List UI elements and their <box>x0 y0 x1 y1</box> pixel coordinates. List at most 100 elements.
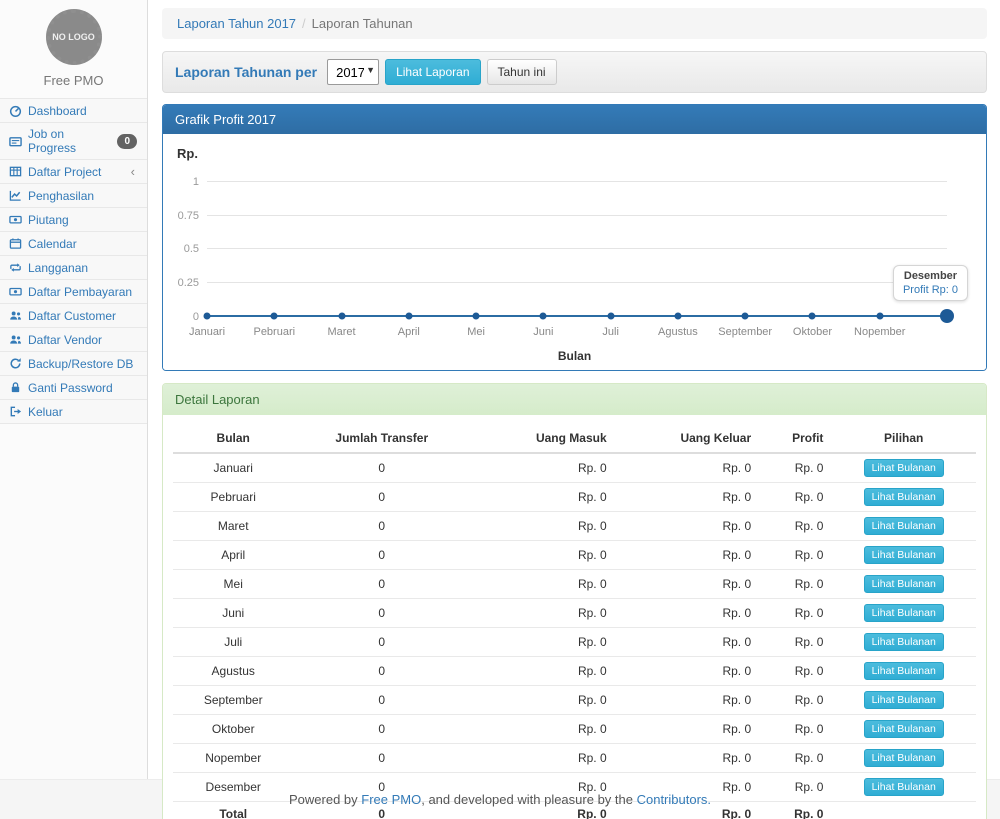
data-point-januari[interactable] <box>204 313 211 320</box>
sidebar-item-ganti-password[interactable]: Ganti Password <box>0 376 147 400</box>
lihat-bulanan-button[interactable]: Lihat Bulanan <box>864 633 944 651</box>
sidebar-item-calendar[interactable]: Calendar <box>0 232 147 256</box>
profit-line-chart: Rp. 1 0.75 0.5 0.25 0 <box>163 134 986 370</box>
cell-profit: Rp. 0 <box>759 773 831 802</box>
brand-block[interactable]: NO LOGO Free PMO <box>0 0 147 98</box>
table-row: Pebruari0Rp. 0Rp. 0Rp. 0Lihat Bulanan <box>173 483 976 512</box>
sidebar-item-backup-restore-db[interactable]: Backup/Restore DB <box>0 352 147 376</box>
cell-transfer: 0 <box>293 483 470 512</box>
chart-tooltip: Desember Profit Rp: 0 <box>893 265 968 301</box>
cell-month: April <box>173 541 293 570</box>
sidebar-item-label: Piutang <box>28 213 69 227</box>
data-point-oktober[interactable] <box>809 313 816 320</box>
lihat-bulanan-button[interactable]: Lihat Bulanan <box>864 662 944 680</box>
sidebar-item-dashboard[interactable]: Dashboard <box>0 99 147 123</box>
year-select[interactable]: 2017 <box>327 59 379 85</box>
col-header-pilihan: Pilihan <box>831 424 976 453</box>
sidebar-item-daftar-project[interactable]: Daftar Project ‹ <box>0 160 147 184</box>
lihat-bulanan-button[interactable]: Lihat Bulanan <box>864 749 944 767</box>
cell-uang-keluar: Rp. 0 <box>615 628 760 657</box>
lihat-bulanan-button[interactable]: Lihat Bulanan <box>864 691 944 709</box>
data-point-juni[interactable] <box>540 313 547 320</box>
sidebar-item-piutang[interactable]: Piutang <box>0 208 147 232</box>
data-point-april[interactable] <box>405 313 412 320</box>
users-icon <box>9 309 22 322</box>
users-icon <box>9 333 22 346</box>
cell-uang-masuk: Rp. 0 <box>470 570 615 599</box>
cell-transfer: 0 <box>293 541 470 570</box>
data-point-agustus[interactable] <box>674 313 681 320</box>
sidebar-item-langganan[interactable]: Langganan <box>0 256 147 280</box>
cell-month: Agustus <box>173 657 293 686</box>
lihat-bulanan-button[interactable]: Lihat Bulanan <box>864 778 944 796</box>
sidebar-item-daftar-pembayaran[interactable]: Daftar Pembayaran <box>0 280 147 304</box>
sidebar-item-penghasilan[interactable]: Penghasilan <box>0 184 147 208</box>
footer-text-middle: , and developed with pleasure by the <box>421 792 636 807</box>
data-point-maret[interactable] <box>338 313 345 320</box>
cell-month: Juli <box>173 628 293 657</box>
tahun-ini-button[interactable]: Tahun ini <box>487 59 557 85</box>
cell-uang-masuk: Rp. 0 <box>470 541 615 570</box>
x-tick-label: Januari <box>189 326 225 338</box>
dashboard-icon <box>9 104 22 117</box>
cell-uang-keluar: Rp. 0 <box>615 715 760 744</box>
data-point-mei[interactable] <box>473 313 480 320</box>
cell-uang-keluar: Rp. 0 <box>615 483 760 512</box>
cell-profit: Rp. 0 <box>759 657 831 686</box>
main-content: Laporan Tahun 2017/Laporan Tahunan Lapor… <box>148 0 1000 779</box>
sidebar-item-label: Penghasilan <box>28 189 94 203</box>
profit-series-line <box>207 315 947 317</box>
no-logo-image: NO LOGO <box>46 9 102 65</box>
x-tick-label: September <box>718 326 772 338</box>
sidebar-item-daftar-vendor[interactable]: Daftar Vendor <box>0 328 147 352</box>
col-header-uang-masuk: Uang Masuk <box>470 424 615 453</box>
cell-transfer: 0 <box>293 512 470 541</box>
table-row: Juli0Rp. 0Rp. 0Rp. 0Lihat Bulanan <box>173 628 976 657</box>
data-point-juli[interactable] <box>607 313 614 320</box>
sidebar-item-label: Langganan <box>28 261 88 275</box>
report-toolbar: Laporan Tahunan per 2017 ▼ Lihat Laporan… <box>162 51 987 93</box>
data-point-pebruari[interactable] <box>271 313 278 320</box>
contributors-link[interactable]: Contributors. <box>637 792 711 807</box>
lihat-bulanan-button[interactable]: Lihat Bulanan <box>864 546 944 564</box>
cell-uang-keluar: Rp. 0 <box>615 570 760 599</box>
sidebar-item-label: Daftar Customer <box>28 309 116 323</box>
cell-month: Nopember <box>173 744 293 773</box>
cell-uang-masuk: Rp. 0 <box>470 744 615 773</box>
sidebar-item-job-on-progress[interactable]: Job on Progress 0 <box>0 123 147 160</box>
cell-profit: Rp. 0 <box>759 570 831 599</box>
sidebar-item-daftar-customer[interactable]: Daftar Customer <box>0 304 147 328</box>
lihat-bulanan-button[interactable]: Lihat Bulanan <box>864 459 944 477</box>
y-tick-label: 0 <box>167 311 199 323</box>
sidebar-item-keluar[interactable]: Keluar <box>0 400 147 424</box>
lihat-bulanan-button[interactable]: Lihat Bulanan <box>864 517 944 535</box>
lihat-bulanan-button[interactable]: Lihat Bulanan <box>864 575 944 593</box>
cell-transfer: 0 <box>293 599 470 628</box>
free-pmo-link[interactable]: Free PMO <box>361 792 421 807</box>
table-row: Nopember0Rp. 0Rp. 0Rp. 0Lihat Bulanan <box>173 744 976 773</box>
table-row: April0Rp. 0Rp. 0Rp. 0Lihat Bulanan <box>173 541 976 570</box>
cell-month: September <box>173 686 293 715</box>
cell-month: Juni <box>173 599 293 628</box>
x-axis-title: Bulan <box>163 349 986 363</box>
data-point-september[interactable] <box>742 313 749 320</box>
data-point-nopember[interactable] <box>876 313 883 320</box>
gridline: 0.75 <box>207 215 947 216</box>
breadcrumb-separator: / <box>302 16 306 31</box>
total-profit: Rp. 0 <box>759 802 831 819</box>
cell-transfer: 0 <box>293 744 470 773</box>
lihat-laporan-button[interactable]: Lihat Laporan <box>385 59 480 85</box>
cell-month: Oktober <box>173 715 293 744</box>
col-header-uang-keluar: Uang Keluar <box>615 424 760 453</box>
table-row: Januari0Rp. 0Rp. 0Rp. 0Lihat Bulanan <box>173 453 976 483</box>
cell-uang-masuk: Rp. 0 <box>470 512 615 541</box>
lihat-bulanan-button[interactable]: Lihat Bulanan <box>864 720 944 738</box>
data-point-desember-highlighted[interactable] <box>940 309 954 323</box>
cell-month: Maret <box>173 512 293 541</box>
lihat-bulanan-button[interactable]: Lihat Bulanan <box>864 488 944 506</box>
x-tick-label: Mei <box>467 326 485 338</box>
lihat-bulanan-button[interactable]: Lihat Bulanan <box>864 604 944 622</box>
breadcrumb-link-laporan-tahun[interactable]: Laporan Tahun 2017 <box>177 16 296 31</box>
cell-month: Januari <box>173 453 293 483</box>
y-axis-unit-label: Rp. <box>177 146 198 161</box>
